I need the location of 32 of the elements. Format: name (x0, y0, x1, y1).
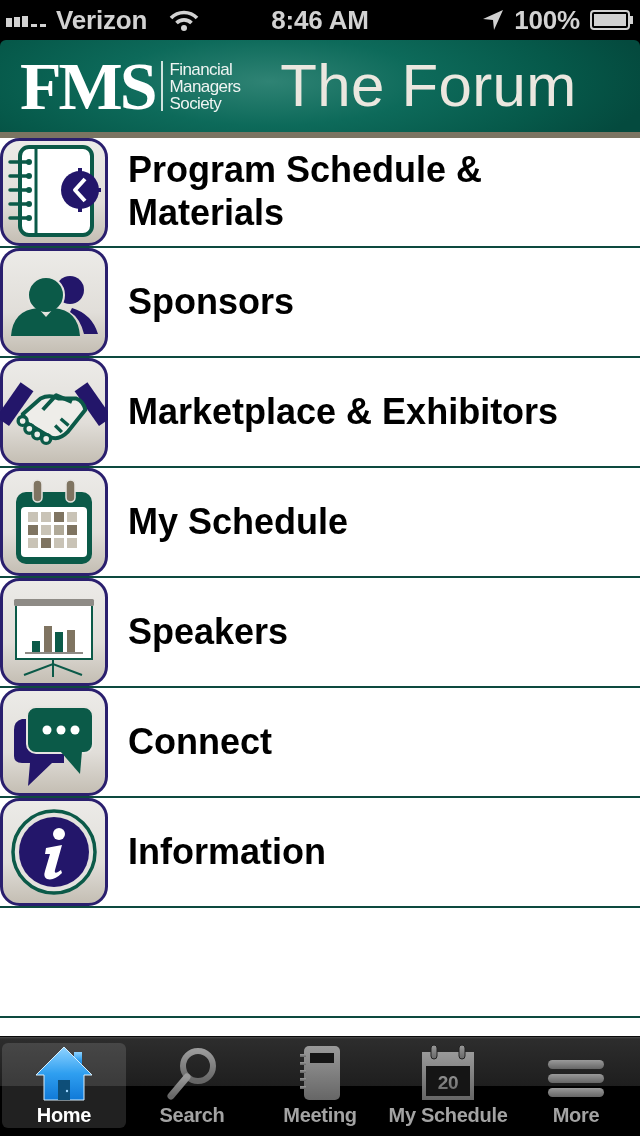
tab[interactable]: Home (2, 1043, 126, 1128)
battery-icon (590, 10, 634, 30)
planner-clock-icon (0, 138, 108, 246)
header-title: The Forum (280, 56, 577, 116)
wifi-icon (169, 9, 200, 31)
location-arrow-icon (482, 9, 505, 31)
menu-item[interactable]: Marketplace & Exhibitors (0, 358, 640, 468)
menu-item[interactable]: Connect (0, 688, 640, 798)
logo-tagline: Society (169, 94, 222, 112)
presentation-board-icon (0, 578, 108, 686)
people-icon (0, 248, 108, 356)
tab[interactable]: Meeting (258, 1043, 382, 1128)
menu-item[interactable]: Information (0, 798, 640, 908)
menu-item[interactable]: Program Schedule & Materials (0, 138, 640, 248)
home-icon (34, 1044, 94, 1102)
tab[interactable]: Search (130, 1043, 254, 1128)
logo-tagline: Financial (169, 60, 234, 78)
handshake-icon (0, 358, 108, 466)
menu-item[interactable]: Speakers (0, 578, 640, 688)
logo-wordmark: FMS (20, 52, 155, 120)
tab[interactable]: More (514, 1043, 638, 1128)
signal-icon (6, 13, 48, 27)
battery-percent: 100% (514, 7, 580, 33)
logo-tagline: Managers (169, 77, 241, 95)
status-time: 8:46 AM (271, 7, 369, 33)
chat-bubbles-icon (0, 688, 108, 796)
menu-item[interactable]: Sponsors (0, 248, 640, 358)
carrier-name: Verizon (56, 7, 148, 33)
info-icon (0, 798, 108, 906)
calendar-icon (0, 468, 108, 576)
tab[interactable]: 20 My Schedule (386, 1043, 510, 1128)
menu-item[interactable]: My Schedule (0, 468, 640, 578)
